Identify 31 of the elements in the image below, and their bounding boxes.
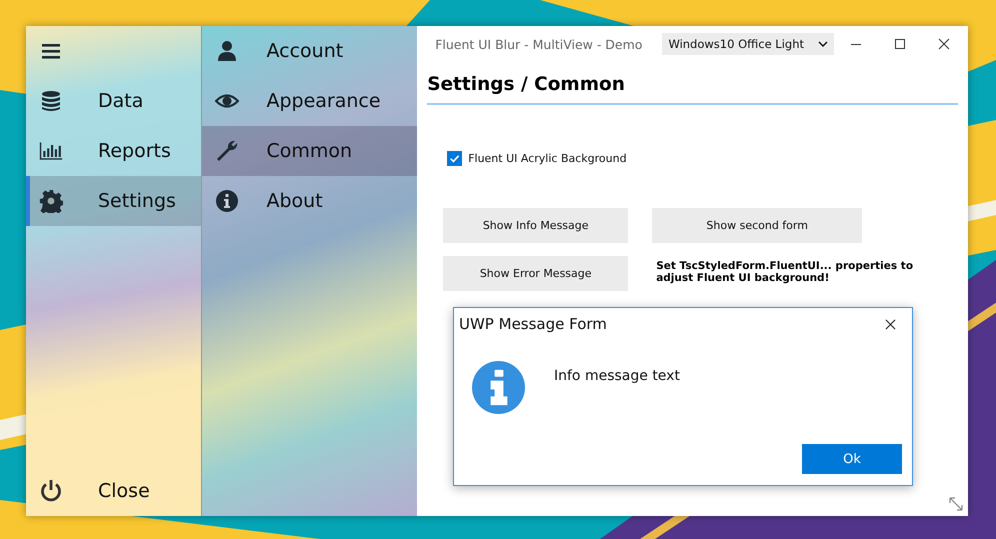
window-title: Fluent UI Blur - MultiView - Demo — [435, 36, 642, 52]
checkbox-label: Fluent UI Acrylic Background — [468, 152, 627, 165]
gear-icon — [39, 189, 63, 213]
action-button[interactable]: Show second form — [652, 208, 862, 243]
info-icon — [471, 360, 526, 415]
resize-icon[interactable] — [948, 496, 964, 512]
action-button[interactable]: Show Info Message — [443, 208, 628, 243]
page-heading: Settings / Common — [427, 74, 625, 95]
subnav-item[interactable]: Account — [202, 26, 418, 76]
close-item[interactable]: Close — [26, 466, 202, 516]
wrench-icon — [215, 139, 240, 163]
subnav-item[interactable]: Appearance — [202, 76, 418, 126]
database-icon — [39, 89, 63, 113]
theme-dropdown[interactable]: Windows10 Office Light — [662, 33, 834, 55]
close-icon[interactable] — [885, 318, 896, 330]
nav-item[interactable]: Reports — [26, 126, 202, 176]
power-icon — [39, 479, 63, 503]
maximize-icon[interactable] — [894, 38, 906, 50]
info-icon — [215, 189, 240, 213]
dialog-title: UWP Message Form — [459, 315, 608, 333]
checkbox[interactable] — [447, 151, 462, 166]
chevron-icon — [818, 41, 828, 47]
subnav-item[interactable]: About — [202, 176, 418, 226]
nav-item[interactable]: Settings — [26, 176, 202, 226]
dialog-message: Info message text — [554, 368, 680, 384]
hint-text: Set TscStyledForm.FluentUI... properties to adjust Fluent UI background! — [655, 259, 914, 286]
action-button[interactable]: Show Error Message — [443, 256, 628, 291]
subnav-item[interactable]: Common — [202, 126, 418, 176]
ok-button[interactable]: Ok — [802, 444, 902, 474]
close-icon[interactable] — [938, 38, 950, 50]
nav-item[interactable]: Data — [26, 76, 202, 126]
